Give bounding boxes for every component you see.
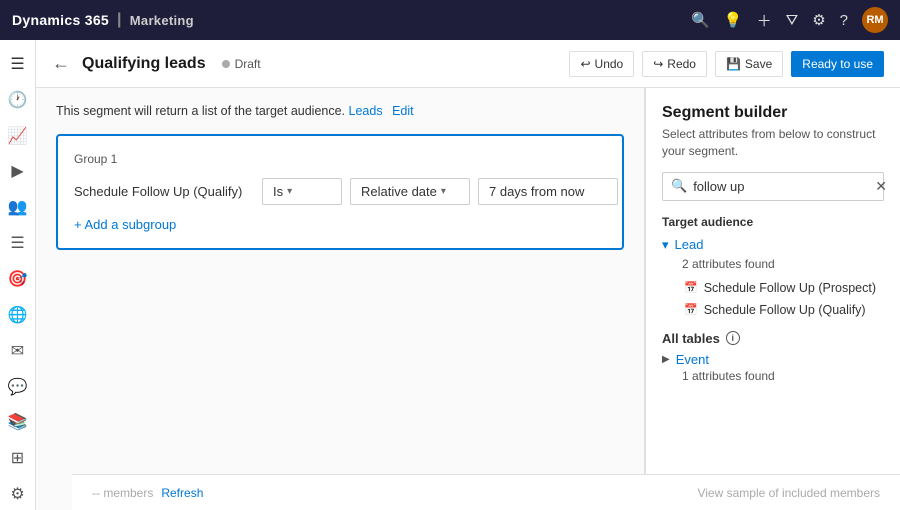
group-box: Group 1 Schedule Follow Up (Qualify) Is … [56, 134, 624, 250]
target-label: Target audience [662, 215, 884, 229]
lead-entity-count: 2 attributes found [682, 257, 884, 271]
search-icon: 🔍 [671, 178, 687, 194]
module-name: Marketing [130, 13, 194, 28]
chat-icon[interactable]: 💬 [2, 371, 34, 403]
search-box[interactable]: 🔍 ✕ [662, 172, 884, 201]
attr-icon-2: 📅 [684, 303, 698, 316]
group-label: Group 1 [74, 152, 606, 166]
brand-name: Dynamics 365 [12, 12, 109, 28]
add-subgroup-button[interactable]: + Add a subgroup [74, 217, 606, 232]
book-icon[interactable]: 📚 [2, 406, 34, 438]
top-nav-icons: 🔍 💡 ＋ ⛛ ⚙ ? RM [691, 7, 888, 33]
play-icon[interactable]: ▶ [2, 156, 34, 188]
footer-view-sample[interactable]: View sample of included members [697, 486, 880, 500]
save-icon: 💾 [726, 57, 741, 71]
operator-chevron: ▾ [287, 186, 292, 197]
people-icon[interactable]: 👥 [2, 191, 34, 223]
list-icon[interactable]: ☰ [2, 227, 34, 259]
add-icon[interactable]: ＋ [757, 10, 772, 31]
filter-icon[interactable]: ⛛ [786, 12, 799, 29]
condition-value: 7 days from now [478, 178, 618, 205]
notification-icon[interactable]: 💡 [724, 11, 743, 29]
operator-value: Is [273, 184, 283, 199]
undo-button[interactable]: ↩ Undo [569, 51, 634, 77]
all-tables-label: All tables [662, 331, 720, 346]
search-input[interactable] [693, 179, 869, 194]
status-badge: Draft [222, 57, 261, 71]
lead-entity-name: Lead [675, 237, 704, 252]
attribute-label-2: Schedule Follow Up (Qualify) [704, 303, 866, 317]
operator-select[interactable]: Is ▾ [262, 178, 342, 205]
event-entity-name: Event [676, 352, 709, 367]
event-entity-count: 1 attributes found [682, 369, 884, 383]
attribute-item[interactable]: 📅 Schedule Follow Up (Qualify) [662, 299, 884, 321]
footer: -- members Refresh View sample of includ… [72, 474, 900, 510]
type-chevron: ▾ [441, 186, 446, 197]
grid-icon[interactable]: ⊞ [2, 442, 34, 474]
main-area: ← Qualifying leads Draft ↩ Undo ↪ Redo 💾… [36, 40, 900, 510]
edit-link[interactable]: Edit [392, 104, 414, 118]
redo-icon: ↪ [653, 57, 663, 71]
redo-button[interactable]: ↪ Redo [642, 51, 707, 77]
segment-info: This segment will return a list of the t… [56, 104, 624, 118]
panel-title: Segment builder [662, 104, 884, 122]
lead-chevron-icon: ▾ [662, 237, 669, 253]
back-button[interactable]: ← [52, 53, 70, 74]
event-group: ▶ Event 1 attributes found [662, 352, 884, 383]
refresh-link[interactable]: Refresh [161, 486, 203, 500]
save-button[interactable]: 💾 Save [715, 51, 783, 77]
search-icon[interactable]: 🔍 [691, 11, 710, 29]
type-value: Relative date [361, 184, 437, 199]
segment-info-text: This segment will return a list of the t… [56, 104, 345, 118]
brand: Dynamics 365 | Marketing [12, 11, 194, 29]
footer-members: -- members [92, 486, 153, 500]
help-icon[interactable]: ? [840, 12, 848, 29]
add-subgroup-label: + Add a subgroup [74, 217, 176, 232]
event-entity-header[interactable]: ▶ Event [662, 352, 884, 367]
chart-icon[interactable]: 📈 [2, 120, 34, 152]
settings-icon[interactable]: ⚙ [812, 11, 825, 29]
attribute-label-1: Schedule Follow Up (Prospect) [704, 281, 876, 295]
home-icon[interactable]: 🕐 [2, 84, 34, 116]
lead-entity-group: ▾ Lead 2 attributes found 📅 Schedule Fol… [662, 237, 884, 321]
condition-field: Schedule Follow Up (Qualify) [74, 184, 254, 199]
condition-row: Schedule Follow Up (Qualify) Is ▾ Relati… [74, 178, 606, 205]
toolbar: ← Qualifying leads Draft ↩ Undo ↪ Redo 💾… [36, 40, 900, 88]
info-icon[interactable]: i [726, 331, 740, 345]
undo-icon: ↩ [580, 57, 590, 71]
page-title: Qualifying leads [82, 55, 206, 73]
top-nav: Dynamics 365 | Marketing 🔍 💡 ＋ ⛛ ⚙ ? RM [0, 0, 900, 40]
lead-entity-header[interactable]: ▾ Lead [662, 237, 884, 253]
status-dot [222, 60, 230, 68]
nav-divider: | [117, 11, 122, 29]
left-sidebar: ☰ 🕐 📈 ▶ 👥 ☰ 🎯 🌐 ✉ 💬 📚 ⊞ ⚙ [0, 40, 36, 510]
right-panel: Segment builder Select attributes from b… [645, 88, 900, 510]
status-label: Draft [235, 57, 261, 71]
content-row: This segment will return a list of the t… [36, 88, 900, 510]
hamburger-icon[interactable]: ☰ [2, 48, 34, 80]
search-clear-icon[interactable]: ✕ [875, 178, 887, 195]
avatar[interactable]: RM [862, 7, 888, 33]
ready-button[interactable]: Ready to use [791, 51, 884, 77]
type-select[interactable]: Relative date ▾ [350, 178, 470, 205]
event-chevron-icon: ▶ [662, 354, 670, 365]
attr-icon-1: 📅 [684, 281, 698, 294]
segment-area: This segment will return a list of the t… [36, 88, 645, 510]
globe-icon[interactable]: 🌐 [2, 299, 34, 331]
target-icon[interactable]: 🎯 [2, 263, 34, 295]
attribute-item[interactable]: 📅 Schedule Follow Up (Prospect) [662, 277, 884, 299]
all-tables-header: All tables i [662, 331, 884, 346]
mail-icon[interactable]: ✉ [2, 335, 34, 367]
leads-link[interactable]: Leads [349, 104, 383, 118]
panel-subtitle: Select attributes from below to construc… [662, 126, 884, 160]
settings2-icon[interactable]: ⚙ [2, 478, 34, 510]
